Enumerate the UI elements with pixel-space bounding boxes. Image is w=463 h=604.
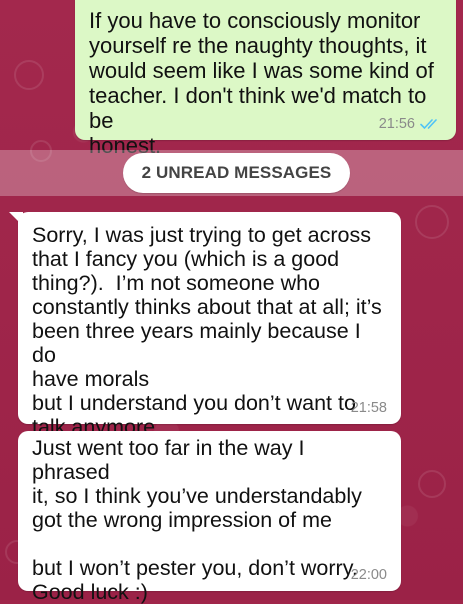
message-time: 22:00 xyxy=(350,567,387,583)
message-time: 21:56 xyxy=(378,116,415,132)
message-text: Sorry, I was just trying to get across t… xyxy=(32,223,382,439)
unread-messages-pill: 2 UNREAD MESSAGES xyxy=(123,153,350,193)
incoming-message-bubble[interactable]: Sorry, I was just trying to get across t… xyxy=(18,212,401,439)
message-meta: 21:58 xyxy=(351,400,387,416)
wallpaper-doodle xyxy=(418,470,446,498)
message-meta: 22:00 xyxy=(351,567,387,583)
wallpaper-doodle xyxy=(415,205,449,239)
wallpaper-doodle xyxy=(14,60,44,90)
unread-messages-label: 2 UNREAD MESSAGES xyxy=(141,163,332,182)
message-time: 21:58 xyxy=(350,400,387,416)
message-text: Just went too far in the way I phrased i… xyxy=(32,436,362,604)
outgoing-message-bubble[interactable]: If you have to consciously monitor yours… xyxy=(75,0,456,158)
double-check-read-icon xyxy=(420,119,437,129)
message-meta: 21:56 xyxy=(379,116,442,132)
incoming-message-bubble[interactable]: Just went too far in the way I phrased i… xyxy=(18,431,401,604)
message-text: If you have to consciously monitor yours… xyxy=(89,8,434,158)
